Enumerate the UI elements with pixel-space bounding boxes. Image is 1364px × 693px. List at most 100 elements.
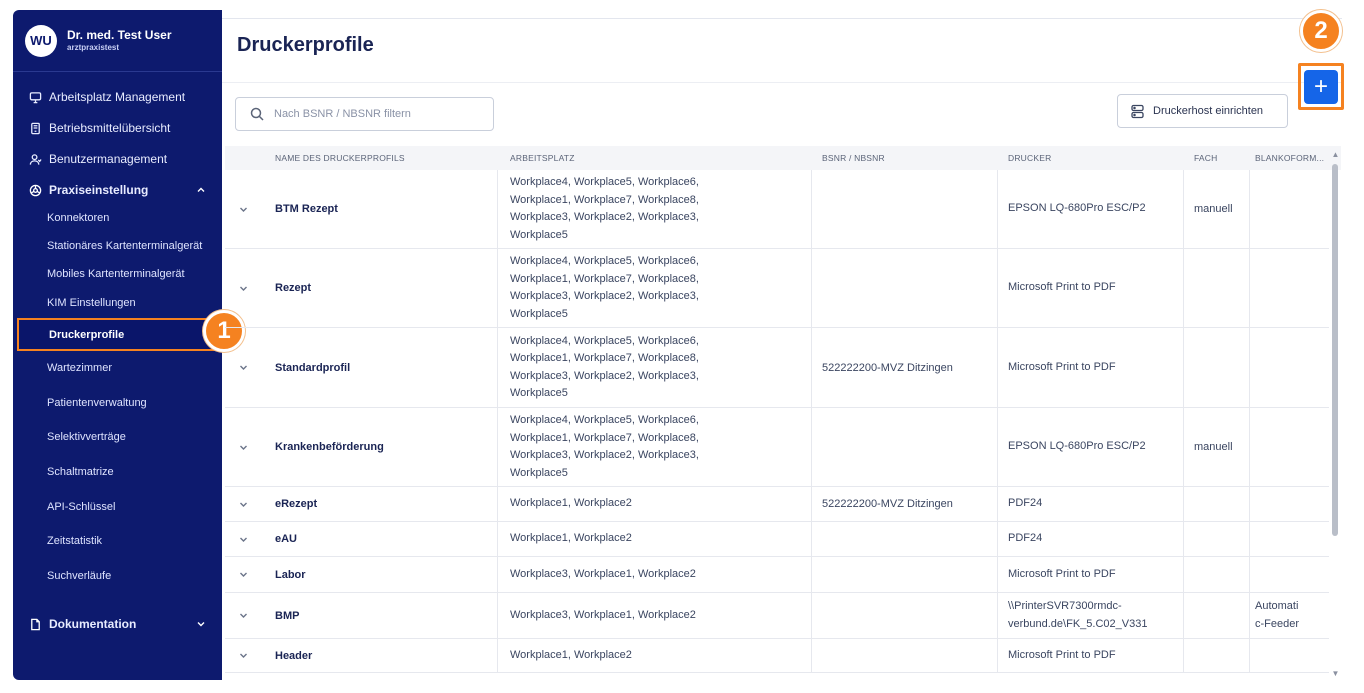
chevron-down-icon <box>240 572 247 577</box>
column-divider <box>1183 639 1184 673</box>
cell-line: Workplace3, Workplace2, Workplace3, <box>510 369 699 382</box>
sidebar-item-selektivvertraege[interactable]: Selektivverträge <box>13 425 222 449</box>
search-input[interactable] <box>274 108 474 120</box>
table-row[interactable]: Labor Workplace3, Workplace1, Workplace2 M… <box>225 557 1329 593</box>
sidebar-item-api-schluessel[interactable]: API-Schlüssel <box>13 495 222 519</box>
column-header-fach[interactable]: FACH <box>1194 146 1244 170</box>
cell-profile-name: eAU <box>275 533 298 545</box>
chevron-down-icon <box>240 613 247 618</box>
column-divider <box>811 557 812 593</box>
users-icon <box>28 152 42 166</box>
sidebar-item-druckerprofile[interactable]: Druckerprofile <box>17 318 220 351</box>
cell-blank <box>1255 639 1329 672</box>
scroll-down-arrow-icon[interactable]: ▼ <box>1331 669 1340 678</box>
cell-line: Workplace5 <box>510 307 568 320</box>
cell-line: EPSON LQ-680Pro ESC/P2 <box>1008 202 1146 215</box>
cell-line: verbund.de\FK_5.C02_V331 <box>1008 617 1148 630</box>
avatar[interactable]: WU <box>25 24 57 57</box>
cell-line: Workplace3, Workplace2, Workplace3, <box>510 449 699 461</box>
column-header-name[interactable]: NAME DES DRUCKERPROFILS <box>275 146 505 170</box>
column-header-blankoformular[interactable]: BLANKOFORM... <box>1255 146 1331 170</box>
sidebar-item-wartezimmer[interactable]: Wartezimmer <box>13 356 222 380</box>
cell-lines: Workplace4, Workplace5, Workplace6, Workp… <box>510 174 699 244</box>
sidebar-item-benutzermanagement[interactable]: Benutzermanagement <box>13 146 222 172</box>
cell-profile-name: eRezept <box>275 498 318 510</box>
sidebar-item-arbeitsplatz-management[interactable]: Arbeitsplatz Management <box>13 84 222 110</box>
sidebar-item-zeitstatistik[interactable]: Zeitstatistik <box>13 529 222 553</box>
cell-blank <box>1255 557 1329 592</box>
cell-line: Microsoft Print to PDF <box>1008 281 1116 294</box>
column-divider <box>1249 487 1250 522</box>
row-expand-toggle[interactable] <box>225 487 262 521</box>
sidebar-item-schaltmatrize[interactable]: Schaltmatrize <box>13 460 222 484</box>
sidebar-item-konnektoren[interactable]: Konnektoren <box>13 206 222 230</box>
user-header[interactable]: WU Dr. med. Test User arztpraxistest <box>13 10 222 72</box>
cell-line: Workplace3, Workplace1, Workplace2 <box>510 608 696 621</box>
chevron-down-icon <box>240 502 247 507</box>
sidebar-item-suchverlaeufe[interactable]: Suchverläufe <box>13 564 222 588</box>
cell-line: PDF24 <box>1008 497 1043 510</box>
table-row[interactable]: Standardprofil Workplace4, Workplace5, Wo… <box>225 328 1329 408</box>
table-row[interactable]: Rezept Workplace4, Workplace5, Workplace6… <box>225 249 1329 328</box>
row-expand-toggle[interactable] <box>225 249 262 327</box>
table-row[interactable]: Header Workplace1, Workplace2 Microsoft Pr… <box>225 639 1329 673</box>
column-header-arbeitsplatz[interactable]: ARBEITSPLATZ <box>510 146 810 170</box>
cell-line: Workplace1, Workplace2 <box>510 648 632 661</box>
scroll-thumb[interactable] <box>1332 164 1338 536</box>
column-divider <box>811 593 812 639</box>
scroll-up-arrow-icon[interactable]: ▲ <box>1331 150 1340 159</box>
cell-fach <box>1194 557 1249 592</box>
cell-workplaces: Workplace1, Workplace2 <box>510 487 810 521</box>
table-row[interactable]: eAU Workplace1, Workplace2 PDF24 <box>225 522 1329 557</box>
cell-profile-name: BMP <box>275 609 300 622</box>
sidebar-item-stationaeres-kartenterminal[interactable]: Stationäres Kartenterminalgerät <box>13 234 222 258</box>
table-row[interactable]: eRezept Workplace1, Workplace2 522222200-M… <box>225 487 1329 522</box>
sidebar-item-patientenverwaltung[interactable]: Patientenverwaltung <box>13 391 222 415</box>
sidebar-item-kim-einstellungen[interactable]: KIM Einstellungen <box>13 291 222 315</box>
cell-printer: Microsoft Print to PDF <box>1008 639 1178 672</box>
add-profile-button[interactable]: + <box>1304 69 1338 104</box>
table-scrollbar[interactable]: ▲ ▼ <box>1330 150 1341 678</box>
column-header-drucker[interactable]: DRUCKER <box>1008 146 1178 170</box>
chevron-down-icon[interactable] <box>196 619 206 629</box>
cell-line: Microsoft Print to PDF <box>1008 360 1116 373</box>
table-row[interactable]: BMP Workplace3, Workplace1, Workplace2 \\P… <box>225 593 1329 639</box>
column-divider <box>1249 328 1250 408</box>
sidebar-section-dokumentation[interactable]: Dokumentation <box>13 611 222 637</box>
search-box[interactable] <box>235 97 494 131</box>
row-expand-toggle[interactable] <box>225 328 262 407</box>
cell-bsnr <box>822 170 1002 248</box>
row-expand-toggle[interactable] <box>225 170 262 248</box>
row-expand-toggle[interactable] <box>225 522 262 556</box>
sidebar-item-mobiles-kartenterminal[interactable]: Mobiles Kartenterminalgerät <box>13 262 222 286</box>
sidebar-section-label: Dokumentation <box>49 617 137 631</box>
cell-line: Workplace3, Workplace1, Workplace2 <box>510 567 696 580</box>
cell-lines: Automati c-Feeder <box>1255 598 1299 633</box>
sidebar-item-betriebsmittel[interactable]: Betriebsmittelübersicht <box>13 115 222 141</box>
cell-blank <box>1255 487 1329 521</box>
table-row[interactable]: Krankenbeförderung Workplace4, Workplace5… <box>225 408 1329 487</box>
cell-profile-name: Header <box>275 649 313 662</box>
chevron-up-icon[interactable] <box>196 185 206 195</box>
column-divider <box>1183 328 1184 408</box>
page-title: Druckerprofile <box>237 34 374 56</box>
row-expand-toggle[interactable] <box>225 557 262 592</box>
sidebar-section-praxiseinstellung[interactable]: Praxiseinstellung <box>13 177 222 203</box>
top-divider <box>222 18 1342 19</box>
column-header-bsnr[interactable]: BSNR / NBSNR <box>822 146 1002 170</box>
printer-host-label: Druckerhost einrichten <box>1153 105 1264 117</box>
table-row[interactable]: BTM Rezept Workplace4, Workplace5, Workpl… <box>225 170 1329 249</box>
cell-workplaces: Workplace4, Workplace5, Workplace6, Workp… <box>510 249 810 327</box>
row-expand-toggle[interactable] <box>225 408 262 486</box>
cell-fach <box>1194 593 1249 638</box>
callout-badge-2: 2 <box>1300 10 1342 52</box>
cell-blank <box>1255 408 1329 486</box>
cell-lines: Workplace4, Workplace5, Workplace6, Workp… <box>510 333 699 403</box>
row-expand-toggle[interactable] <box>225 593 262 638</box>
column-divider <box>811 170 812 249</box>
printer-host-button[interactable]: Druckerhost einrichten <box>1117 94 1288 128</box>
row-expand-toggle[interactable] <box>225 639 262 672</box>
column-divider <box>1183 522 1184 557</box>
cell-lines: Workplace3, Workplace1, Workplace2 <box>510 607 696 625</box>
cell-lines: Workplace1, Workplace2 <box>510 530 632 548</box>
